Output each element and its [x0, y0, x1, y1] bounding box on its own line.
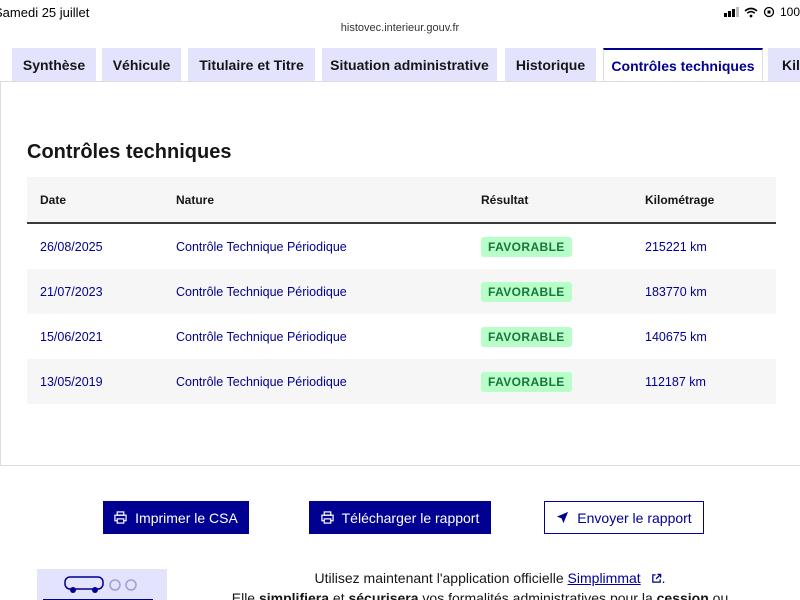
row-date: 15/06/2021 [40, 329, 103, 344]
row-nature: Contrôle Technique Périodique [176, 239, 347, 254]
controles-table: Date Nature Résultat Kilométrage 26/08/2… [27, 177, 776, 404]
print-csa-button[interactable]: Imprimer le CSA [103, 501, 249, 534]
tab-bar: Synthèse Véhicule Titulaire et Titre Sit… [0, 48, 800, 82]
orientation-lock-icon [763, 6, 775, 18]
promo-line2-part: ou [708, 590, 729, 600]
row-result: FAVORABLE [481, 224, 572, 269]
row-nature: Contrôle Technique Périodique [176, 329, 347, 344]
column-header-date: Date [40, 192, 67, 207]
row-date: 26/08/2025 [40, 239, 103, 254]
cellular-signal-icon [723, 7, 739, 17]
tab-situation-administrative[interactable]: Situation administrative [322, 48, 497, 81]
promo-text-before: Utilisez maintenant l'application offici… [314, 570, 568, 586]
url-bar[interactable]: histovec.interieur.gouv.fr [0, 22, 800, 34]
row-km: 140675 km [645, 329, 707, 344]
external-link-icon [651, 573, 661, 583]
tab-vehicule[interactable]: Véhicule [102, 48, 181, 81]
promo-text-line2: Elle simplifiera et sécurisera vos forma… [200, 590, 760, 600]
page-title: Contrôles techniques [27, 141, 232, 163]
table-header: Date Nature Résultat Kilométrage [27, 177, 776, 224]
simplimmat-logo [37, 569, 167, 600]
tab-historique[interactable]: Historique [505, 48, 596, 81]
promo-line2-bold: simplifiera [258, 590, 330, 600]
table-row: 26/08/2025 Contrôle Technique Périodique… [27, 224, 776, 269]
promo-text-after: . [661, 570, 666, 586]
simplimmat-link[interactable]: Simplimmat [568, 570, 641, 586]
print-csa-label: Imprimer le CSA [135, 509, 238, 526]
printer-icon [320, 511, 334, 524]
row-result: FAVORABLE [481, 359, 572, 404]
wifi-icon [744, 7, 758, 17]
column-header-kilometrage: Kilométrage [645, 192, 715, 207]
row-km: 183770 km [645, 284, 707, 299]
printer-icon [114, 511, 127, 524]
status-indicators: 100 [723, 5, 800, 19]
row-nature: Contrôle Technique Périodique [176, 374, 347, 389]
status-badge: FAVORABLE [481, 281, 572, 302]
send-report-label: Envoyer le rapport [577, 509, 692, 526]
table-row: 15/06/2021 Contrôle Technique Périodique… [27, 314, 776, 359]
row-result: FAVORABLE [481, 269, 572, 314]
promo-line2-part: et [329, 590, 349, 600]
tab-titulaire[interactable]: Titulaire et Titre [188, 48, 315, 81]
tab-controles-techniques[interactable]: Contrôles techniques [603, 48, 763, 81]
row-nature: Contrôle Technique Périodique [176, 284, 347, 299]
status-badge: FAVORABLE [481, 371, 572, 392]
promo-line2-bold: cession [656, 590, 709, 600]
column-header-resultat: Résultat [481, 192, 529, 207]
promo-line2-bold: sécurisera [348, 590, 419, 600]
download-report-button[interactable]: Télécharger le rapport [309, 501, 491, 534]
status-badge: FAVORABLE [481, 326, 572, 347]
promo-line2-part: Elle [231, 590, 259, 600]
tab-panel: Contrôles techniques Date Nature Résulta… [0, 81, 800, 466]
battery-level: 100 [779, 5, 800, 19]
row-km: 215221 km [645, 239, 707, 254]
status-badge: FAVORABLE [481, 236, 572, 257]
column-header-nature: Nature [176, 192, 215, 207]
download-report-label: Télécharger le rapport [341, 509, 480, 526]
row-km: 112187 km [645, 374, 706, 389]
row-result: FAVORABLE [481, 314, 572, 359]
row-date: 21/07/2023 [40, 284, 103, 299]
table-row: 13/05/2019 Contrôle Technique Périodique… [27, 359, 776, 404]
table-row: 21/07/2023 Contrôle Technique Périodique… [27, 269, 776, 314]
promo-text: Utilisez maintenant l'application offici… [240, 570, 740, 586]
promo-line2-part: vos formalités administratives pour la [418, 590, 657, 600]
tab-kilometrage[interactable]: Kilo [768, 48, 800, 81]
row-date: 13/05/2019 [40, 374, 103, 389]
send-arrow-icon [557, 511, 569, 524]
status-time: Samedi 25 juillet [0, 5, 90, 20]
tab-synthese[interactable]: Synthèse [12, 48, 96, 81]
status-bar: Samedi 25 juillet 100 [0, 0, 800, 24]
send-report-button[interactable]: Envoyer le rapport [544, 501, 704, 534]
